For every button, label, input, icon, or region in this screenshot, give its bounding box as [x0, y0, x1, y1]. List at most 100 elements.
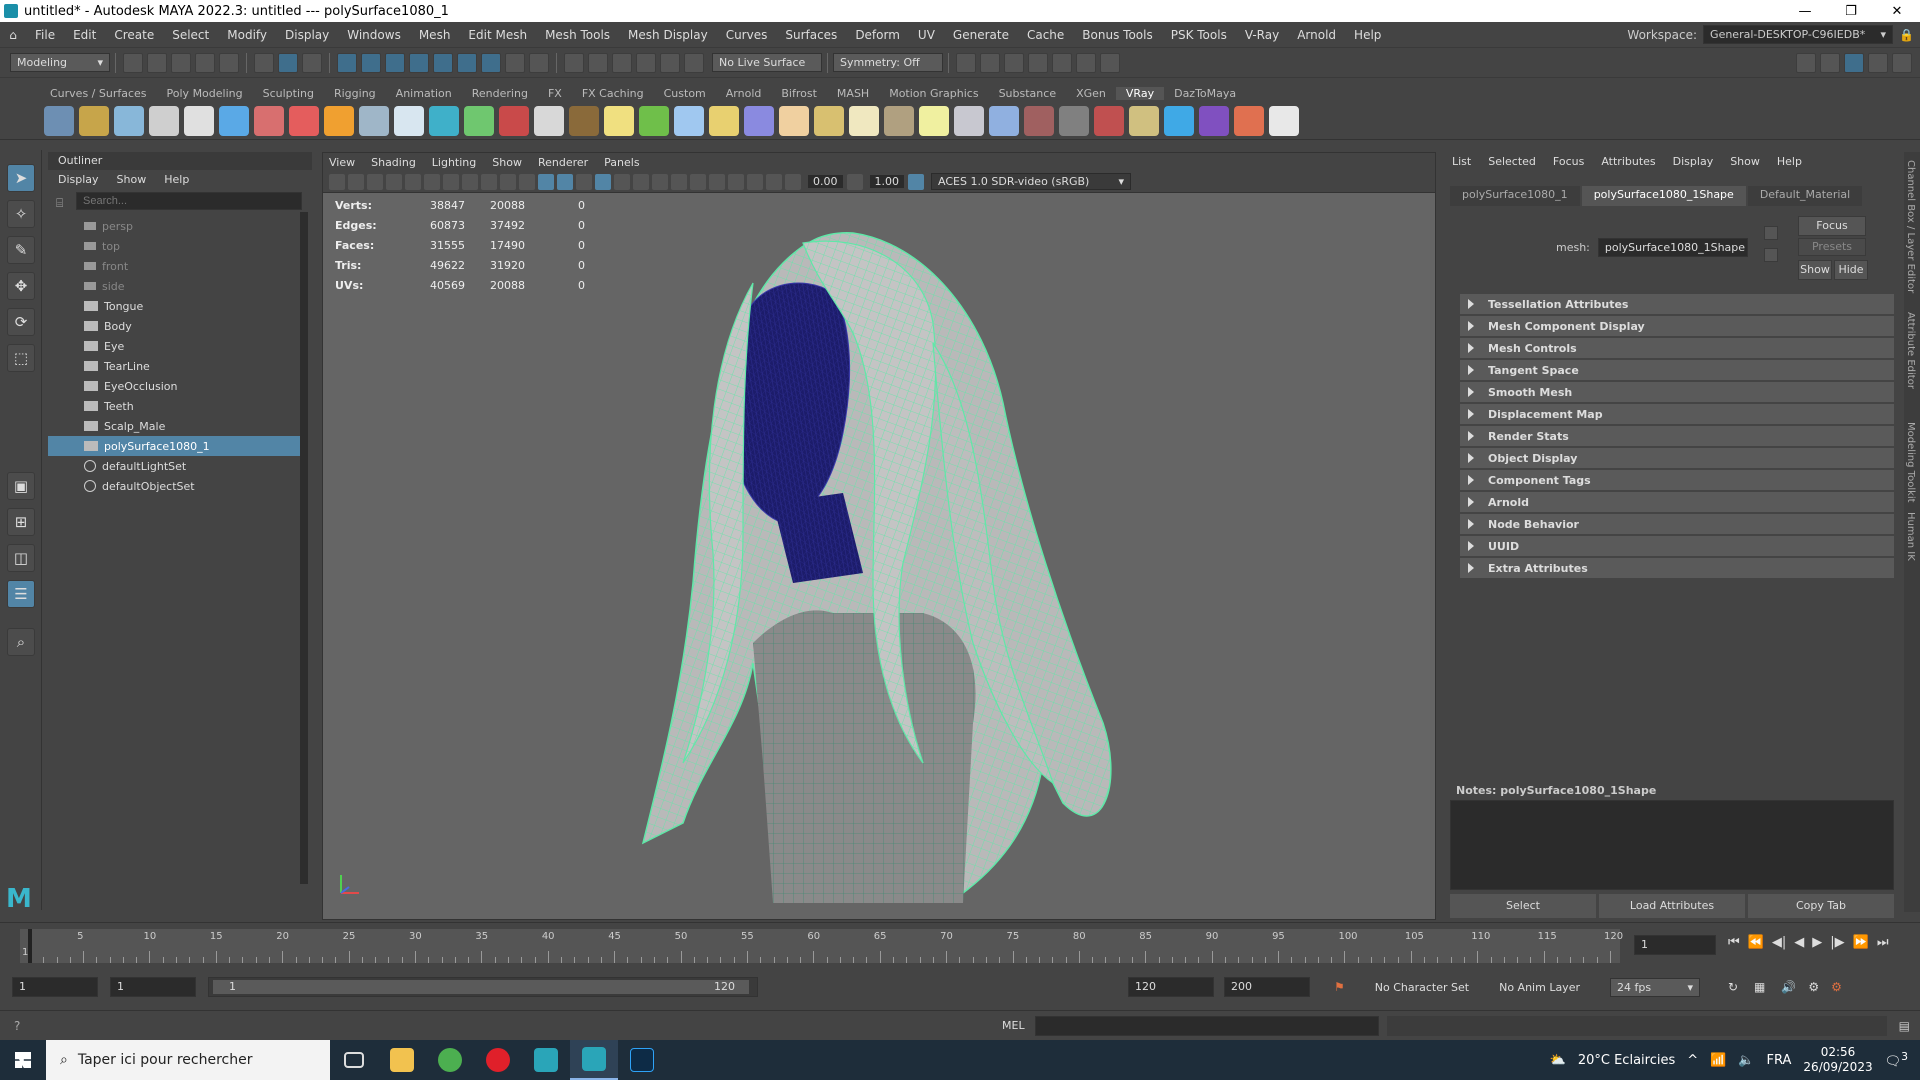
menu-mesh-tools[interactable]: Mesh Tools [536, 28, 619, 42]
section-mesh-controls[interactable]: Mesh Controls [1460, 338, 1894, 358]
section-render-stats[interactable]: Render Stats [1460, 426, 1894, 446]
home-icon[interactable]: ⌂ [0, 28, 26, 42]
shelf-tab-substance[interactable]: Substance [989, 87, 1067, 100]
xray-icon[interactable] [614, 173, 630, 190]
depth-of-field-icon[interactable] [747, 173, 763, 190]
loop-icon[interactable]: ↻ [1728, 980, 1738, 994]
render-frame-button[interactable] [980, 52, 1000, 73]
gamma-field[interactable]: 1.00 [869, 175, 904, 188]
new-scene-button[interactable] [123, 52, 143, 73]
section-arnold[interactable]: Arnold [1460, 492, 1894, 512]
grid-toggle-icon[interactable] [405, 173, 421, 190]
outliner-scrollbar[interactable] [300, 212, 308, 884]
safe-action-icon[interactable] [500, 173, 516, 190]
shelf-tool-icon[interactable] [604, 105, 634, 136]
paint-select-tool-icon[interactable]: ✎ [7, 236, 35, 264]
attr-tab-polysurface1080-1shape[interactable]: polySurface1080_1Shape [1581, 186, 1746, 206]
menu-uv[interactable]: UV [909, 28, 944, 42]
wireframe-icon[interactable] [538, 173, 554, 190]
shelf-tool-icon[interactable] [744, 105, 774, 136]
search-icon[interactable]: ⌕ [7, 628, 35, 656]
channel-box-toggle[interactable] [1892, 52, 1912, 73]
bookmark-icon[interactable] [367, 173, 383, 190]
filter-icon[interactable]: ⌸ [56, 196, 63, 211]
expand-arrow-icon[interactable] [1468, 365, 1474, 375]
shelf-tool-icon[interactable] [919, 105, 949, 136]
tray-chevron-icon[interactable]: ^ [1687, 1053, 1698, 1068]
shelf-tool-icon[interactable] [324, 105, 354, 136]
chrome-icon[interactable] [426, 1040, 474, 1080]
hypershade-button[interactable] [1052, 52, 1072, 73]
opera-icon[interactable] [474, 1040, 522, 1080]
shelf-tool-icon[interactable] [954, 105, 984, 136]
outliner-item-defaultlightset[interactable]: defaultLightSet [48, 456, 300, 476]
side-tab-channel-box-layer-editor[interactable]: Channel Box / Layer Editor [1905, 160, 1916, 293]
attr-tab-polysurface1080-1[interactable]: polySurface1080_1 [1450, 186, 1580, 206]
render-view-button[interactable] [956, 52, 976, 73]
minimize-button[interactable]: — [1782, 4, 1828, 19]
section-smooth-mesh[interactable]: Smooth Mesh [1460, 382, 1894, 402]
step-back-key-icon[interactable]: ⏪ [1748, 935, 1764, 950]
outliner-item-top[interactable]: top [48, 236, 300, 256]
focus-button[interactable]: Focus [1798, 216, 1866, 236]
shelf-tab-daztomaya[interactable]: DazToMaya [1164, 87, 1246, 100]
viewport-menu-lighting[interactable]: Lighting [432, 156, 476, 169]
select-hierarchy-button[interactable] [254, 52, 274, 73]
maya-app-icon[interactable] [522, 1040, 570, 1080]
shelf-tab-fx-caching[interactable]: FX Caching [572, 87, 654, 100]
multisample-aa-icon[interactable] [728, 173, 744, 190]
shelf-tool-icon[interactable] [114, 105, 144, 136]
shelf-tab-animation[interactable]: Animation [386, 87, 462, 100]
section-mesh-component-display[interactable]: Mesh Component Display [1460, 316, 1894, 336]
shelf-tool-icon[interactable] [79, 105, 109, 136]
attr-menu-selected[interactable]: Selected [1488, 155, 1536, 168]
modeling-toolkit-toggle[interactable] [1796, 52, 1816, 73]
go-to-end-icon[interactable]: ⏭ [1877, 935, 1889, 950]
outliner-search-input[interactable] [76, 192, 302, 210]
shelf-tab-mash[interactable]: MASH [827, 87, 879, 100]
select-button[interactable]: Select [1450, 894, 1596, 918]
menu-generate[interactable]: Generate [944, 28, 1018, 42]
notes-textarea[interactable] [1450, 800, 1894, 890]
shelf-tab-rendering[interactable]: Rendering [462, 87, 538, 100]
shelf-tool-icon[interactable] [1024, 105, 1054, 136]
input-ops-button[interactable] [612, 52, 632, 73]
load-attributes-button[interactable]: Load Attributes [1599, 894, 1745, 918]
make-live-button[interactable] [660, 52, 680, 73]
expand-arrow-icon[interactable] [1468, 453, 1474, 463]
volume-icon[interactable]: 🔈 [1738, 1053, 1754, 1068]
preferences-icon[interactable]: ⚙ [1808, 980, 1819, 994]
outliner-item-persp[interactable]: persp [48, 216, 300, 236]
image-plane-icon[interactable] [386, 173, 402, 190]
isolate-select-icon[interactable] [766, 173, 782, 190]
time-ruler[interactable]: 1 5 10 15 20 25 30 35 40 45 50 55 60 65 70 75 80 85 90 95 10… [20, 929, 1623, 963]
lock-selection-button[interactable] [505, 52, 525, 73]
sound-icon[interactable]: 🔊 [1781, 980, 1796, 994]
snap-curve-button[interactable] [361, 52, 381, 73]
shelf-tab-fx[interactable]: FX [538, 87, 572, 100]
menu-edit[interactable]: Edit [64, 28, 105, 42]
task-view-button[interactable] [330, 1040, 378, 1080]
shelf-tool-icon[interactable] [1094, 105, 1124, 136]
outliner-item-polysurface1080-1[interactable]: polySurface1080_1 [48, 436, 300, 456]
shelf-tab-vray[interactable]: VRay [1115, 86, 1165, 100]
notifications-icon[interactable]: 🗨3 [1885, 1050, 1908, 1069]
shelf-tool-icon[interactable] [499, 105, 529, 136]
shelf-tool-icon[interactable] [639, 105, 669, 136]
default-material-icon[interactable] [576, 173, 592, 190]
shelf-tool-icon[interactable] [394, 105, 424, 136]
shelf-tool-icon[interactable] [149, 105, 179, 136]
step-back-frame-icon[interactable]: ◀| [1772, 935, 1786, 950]
attr-menu-display[interactable]: Display [1673, 155, 1714, 168]
render-settings-button[interactable] [1028, 52, 1048, 73]
select-object-button[interactable] [278, 52, 298, 73]
shelf-tab-arnold[interactable]: Arnold [716, 87, 772, 100]
outliner-item-eyeocclusion[interactable]: EyeOcclusion [48, 376, 300, 396]
close-button[interactable]: ✕ [1874, 4, 1920, 19]
shelf-tool-icon[interactable] [1059, 105, 1089, 136]
viewport-menu-show[interactable]: Show [492, 156, 522, 169]
camera-select-icon[interactable] [329, 173, 345, 190]
photoshop-icon[interactable] [618, 1040, 666, 1080]
copy-tab-button[interactable]: Copy Tab [1748, 894, 1894, 918]
tool-settings-toggle[interactable] [1868, 52, 1888, 73]
